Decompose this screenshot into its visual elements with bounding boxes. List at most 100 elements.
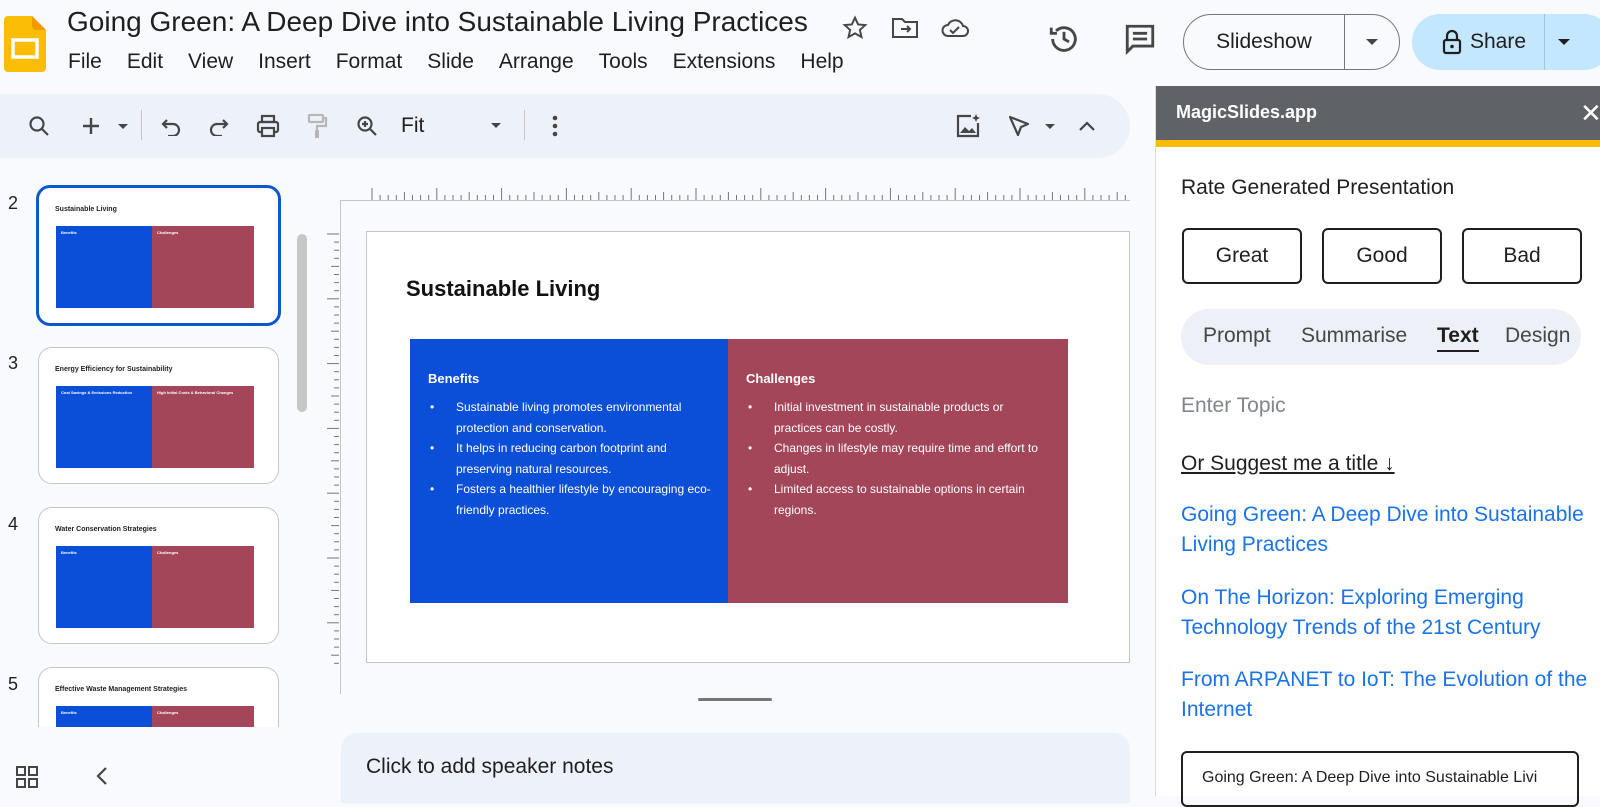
menu-tools[interactable]: Tools xyxy=(599,50,648,74)
benefits-heading: Benefits xyxy=(428,371,480,386)
select-tool-icon[interactable] xyxy=(1002,106,1036,146)
zoom-dropdown-icon xyxy=(490,122,502,129)
thumbnail-right-column: Challenges xyxy=(152,706,254,727)
zoom-select[interactable]: Fit xyxy=(401,106,511,146)
tab-design[interactable]: Design xyxy=(1505,324,1570,348)
version-history-icon[interactable] xyxy=(1044,19,1084,59)
slide-number: 4 xyxy=(8,514,19,534)
collapse-menus-icon[interactable] xyxy=(1070,106,1104,146)
grid-view-icon[interactable] xyxy=(15,765,39,794)
slide-title[interactable]: Sustainable Living xyxy=(406,276,600,302)
speaker-notes[interactable]: Click to add speaker notes xyxy=(341,733,1130,803)
slideshow-dropdown-icon[interactable] xyxy=(1345,38,1399,46)
close-icon[interactable]: ✕ xyxy=(1580,98,1600,129)
menu-arrange[interactable]: Arrange xyxy=(499,50,574,74)
slideshow-button[interactable]: Slideshow xyxy=(1183,14,1400,70)
thumbnail-right-heading: Challenges xyxy=(157,230,179,235)
zoom-icon[interactable] xyxy=(350,106,384,146)
search-menus-icon[interactable] xyxy=(22,106,56,146)
notes-resize-handle[interactable] xyxy=(698,698,772,701)
thumbnail-right-column: High Initial Costs & Behavioral Changes xyxy=(152,386,254,468)
rate-good-button[interactable]: Good xyxy=(1322,228,1442,284)
filmstrip-scrollbar[interactable] xyxy=(297,234,307,412)
challenges-list: Initial investment in sustainable produc… xyxy=(748,397,1044,520)
thumbnail-title: Energy Efficiency for Sustainability xyxy=(55,366,173,373)
list-item: Fosters a healthier lifestyle by encoura… xyxy=(430,479,716,520)
vertical-ruler[interactable] xyxy=(326,230,340,664)
tab-text[interactable]: Text xyxy=(1437,324,1479,352)
challenges-box[interactable]: Challenges Initial investment in sustain… xyxy=(728,339,1068,603)
benefits-box[interactable]: Benefits Sustainable living promotes env… xyxy=(410,339,728,603)
list-item: It helps in reducing carbon footprint an… xyxy=(430,438,716,479)
thumbnail-right-column: Challenges xyxy=(152,226,254,308)
thumbnail-left-heading: Benefits xyxy=(61,550,77,555)
suggest-title-link[interactable]: Or Suggest me a title ↓ xyxy=(1181,452,1395,476)
cloud-saved-icon[interactable] xyxy=(940,14,970,42)
slide-canvas[interactable]: Sustainable Living Benefits Sustainable … xyxy=(366,231,1130,663)
toolbar-divider xyxy=(141,110,142,140)
thumbnail-left-heading: Benefits xyxy=(61,710,77,715)
thumbnail-title: Effective Waste Management Strategies xyxy=(55,686,188,693)
speaker-notes-placeholder: Click to add speaker notes xyxy=(366,755,614,778)
menu-edit[interactable]: Edit xyxy=(127,50,163,74)
paint-format-icon[interactable] xyxy=(300,106,334,146)
challenges-heading: Challenges xyxy=(746,371,816,386)
select-tool-dropdown-icon[interactable] xyxy=(1040,106,1060,146)
menu-file[interactable]: File xyxy=(68,50,102,74)
list-item: Limited access to sustainable options in… xyxy=(748,479,1044,520)
slide-number: 2 xyxy=(8,193,19,213)
menu-slide[interactable]: Slide xyxy=(427,50,474,74)
collapse-filmstrip-icon[interactable] xyxy=(95,766,109,791)
comments-icon[interactable] xyxy=(1120,19,1160,59)
redo-icon[interactable] xyxy=(202,106,236,146)
title-input[interactable]: Going Green: A Deep Dive into Sustainabl… xyxy=(1181,751,1579,807)
tab-prompt[interactable]: Prompt xyxy=(1203,324,1271,348)
menu-help[interactable]: Help xyxy=(800,50,843,74)
benefits-list: Sustainable living promotes environmenta… xyxy=(430,397,716,520)
share-dropdown-icon[interactable] xyxy=(1557,38,1571,46)
thumbnail-left-column: Benefits xyxy=(56,226,152,308)
suggested-title[interactable]: From ARPANET to IoT: The Evolution of th… xyxy=(1181,665,1591,725)
menu-extensions[interactable]: Extensions xyxy=(673,50,776,74)
star-icon[interactable] xyxy=(840,14,870,42)
rate-great-button[interactable]: Great xyxy=(1182,228,1302,284)
thumbnail-right-heading: Challenges xyxy=(157,550,179,555)
slide-thumbnail-4[interactable]: Water Conservation Strategies Benefits C… xyxy=(38,507,279,644)
menu-insert[interactable]: Insert xyxy=(258,50,311,74)
topic-input[interactable]: Enter Topic xyxy=(1181,394,1286,418)
list-item: Sustainable living promotes environmenta… xyxy=(430,397,716,438)
toolbar-divider xyxy=(524,110,525,140)
suggested-title[interactable]: On The Horizon: Exploring Emerging Techn… xyxy=(1181,583,1591,643)
magicslides-panel: MagicSlides.app ✕ Rate Generated Present… xyxy=(1155,86,1600,807)
tab-summarise[interactable]: Summarise xyxy=(1301,324,1407,348)
menu-format[interactable]: Format xyxy=(336,50,403,74)
zoom-value: Fit xyxy=(401,114,425,137)
toolbar: Fit xyxy=(0,94,1130,158)
menu-bar: File Edit View Insert Format Slide Arran… xyxy=(68,50,869,74)
slide-thumbnail-5[interactable]: Effective Waste Management Strategies Be… xyxy=(38,667,279,727)
more-options-icon[interactable] xyxy=(538,106,572,146)
panel-accent-bar xyxy=(1156,140,1600,147)
image-ai-icon[interactable] xyxy=(950,106,986,146)
slideshow-label: Slideshow xyxy=(1216,30,1312,53)
thumbnail-left-heading: Cost Savings & Emissions Reduction xyxy=(61,390,133,395)
horizontal-ruler[interactable] xyxy=(342,183,1127,201)
filmstrip-footer xyxy=(0,727,330,796)
lock-icon xyxy=(1442,29,1462,55)
new-slide-icon[interactable] xyxy=(74,106,108,146)
move-to-folder-icon[interactable] xyxy=(890,14,920,42)
suggested-title[interactable]: Going Green: A Deep Dive into Sustainabl… xyxy=(1181,500,1591,560)
undo-icon[interactable] xyxy=(154,106,188,146)
slide-thumbnail-3[interactable]: Energy Efficiency for Sustainability Cos… xyxy=(38,347,279,484)
slide-thumbnail-2[interactable]: Sustainable Living Benefits Challenges xyxy=(36,185,281,326)
menu-view[interactable]: View xyxy=(188,50,233,74)
thumbnail-title: Sustainable Living xyxy=(55,206,117,213)
slides-logo[interactable] xyxy=(4,16,46,72)
share-button[interactable]: Share xyxy=(1412,14,1600,70)
print-icon[interactable] xyxy=(251,106,285,146)
rate-bad-button[interactable]: Bad xyxy=(1462,228,1582,284)
document-title[interactable]: Going Green: A Deep Dive into Sustainabl… xyxy=(67,6,808,38)
thumbnail-left-column: Cost Savings & Emissions Reduction xyxy=(56,386,152,468)
slide-number: 5 xyxy=(8,674,19,694)
new-slide-dropdown-icon[interactable] xyxy=(112,106,134,146)
